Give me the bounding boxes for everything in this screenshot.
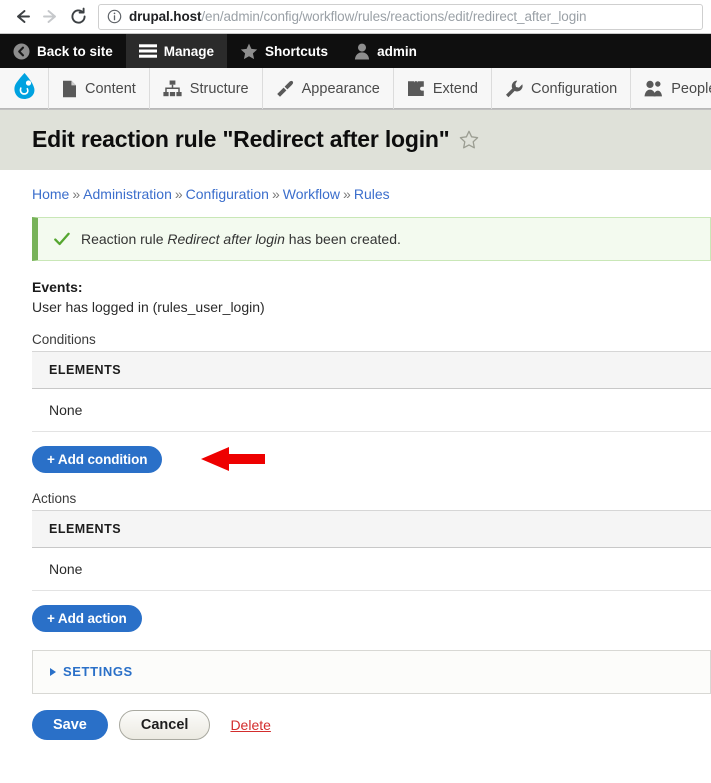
toolbar-label-back-to-site: Back to site bbox=[37, 43, 113, 59]
star-icon bbox=[240, 43, 258, 60]
actions-table: ELEMENTS None bbox=[32, 510, 711, 591]
save-button[interactable]: Save bbox=[32, 710, 108, 740]
drupal-menu-bar: Content Structure Appearance Extend Conf… bbox=[0, 68, 711, 110]
info-circle-icon[interactable] bbox=[107, 9, 122, 24]
toolbar-item-shortcuts[interactable]: Shortcuts bbox=[227, 34, 341, 68]
status-message: Reaction rule Redirect after login has b… bbox=[32, 217, 711, 261]
status-message-prefix: Reaction rule bbox=[81, 231, 164, 247]
menu-label-extend: Extend bbox=[432, 80, 478, 97]
checkmark-icon bbox=[54, 232, 70, 247]
triangle-right-icon bbox=[50, 667, 56, 676]
wrench-icon bbox=[505, 80, 523, 98]
arrow-left-annotation bbox=[197, 442, 269, 481]
breadcrumb-separator: » bbox=[174, 186, 183, 202]
toolbar-label-shortcuts: Shortcuts bbox=[265, 43, 329, 59]
arrow-left-icon bbox=[13, 7, 32, 26]
breadcrumb: Home» Administration» Configuration» Workfl… bbox=[32, 170, 711, 202]
url-path: /en/admin/config/workflow/rules/reaction… bbox=[201, 9, 587, 24]
actions-label: Actions bbox=[32, 491, 77, 506]
breadcrumb-item-configuration[interactable]: Configuration bbox=[186, 186, 269, 202]
toolbar-item-back-to-site[interactable]: Back to site bbox=[0, 34, 126, 68]
status-message-rule-name: Redirect after login bbox=[167, 231, 285, 247]
settings-summary-label: SETTINGS bbox=[63, 664, 133, 679]
toolbar-label-account: admin bbox=[377, 43, 417, 59]
page-title-band: Edit reaction rule "Redirect after login… bbox=[0, 110, 711, 170]
conditions-label: Conditions bbox=[32, 332, 96, 347]
page-title: Edit reaction rule "Redirect after login… bbox=[32, 126, 450, 152]
paintbrush-icon bbox=[276, 80, 294, 98]
drupal-drop-icon bbox=[12, 72, 37, 105]
breadcrumb-item-workflow[interactable]: Workflow bbox=[283, 186, 340, 202]
actions-row-none: None bbox=[32, 548, 711, 591]
back-circle-icon bbox=[13, 43, 30, 60]
breadcrumb-separator: » bbox=[271, 186, 280, 202]
menu-item-extend[interactable]: Extend bbox=[394, 68, 492, 109]
toolbar-label-manage: Manage bbox=[163, 43, 215, 59]
drupal-logo[interactable] bbox=[0, 68, 49, 109]
delete-link[interactable]: Delete bbox=[230, 717, 270, 733]
drupal-admin-toolbar: Back to site Manage Shortcuts admin bbox=[0, 34, 711, 68]
breadcrumb-item-rules[interactable]: Rules bbox=[354, 186, 390, 202]
add-action-button[interactable]: + Add action bbox=[32, 605, 142, 632]
reload-icon bbox=[69, 7, 88, 26]
user-icon bbox=[354, 43, 370, 60]
menu-item-appearance[interactable]: Appearance bbox=[263, 68, 394, 109]
menu-label-people: People bbox=[671, 80, 711, 97]
main-content: Home» Administration» Configuration» Workfl… bbox=[0, 170, 711, 740]
events-value: User has logged in (rules_user_login) bbox=[32, 299, 265, 315]
menu-label-appearance: Appearance bbox=[301, 80, 380, 97]
breadcrumb-item-home[interactable]: Home bbox=[32, 186, 69, 202]
form-actions: Save Cancel Delete bbox=[32, 710, 711, 740]
menu-label-structure: Structure bbox=[189, 80, 249, 97]
settings-details[interactable]: SETTINGS bbox=[32, 650, 711, 694]
menu-label-configuration: Configuration bbox=[531, 80, 618, 97]
hamburger-icon bbox=[138, 43, 157, 59]
menu-label-content: Content bbox=[85, 80, 136, 97]
menu-item-content[interactable]: Content bbox=[49, 68, 150, 109]
toolbar-item-manage[interactable]: Manage bbox=[125, 34, 228, 68]
menu-item-configuration[interactable]: Configuration bbox=[492, 68, 632, 109]
forward-button bbox=[36, 3, 64, 31]
arrow-right-icon bbox=[41, 7, 60, 26]
events-label: Events: bbox=[32, 279, 83, 295]
star-outline-icon[interactable] bbox=[459, 130, 479, 150]
breadcrumb-separator: » bbox=[72, 186, 81, 202]
breadcrumb-item-administration[interactable]: Administration bbox=[83, 186, 172, 202]
puzzle-icon bbox=[407, 80, 425, 97]
settings-summary[interactable]: SETTINGS bbox=[50, 664, 710, 679]
url-host: drupal.host bbox=[129, 9, 202, 24]
add-condition-row: + Add condition bbox=[32, 446, 711, 474]
cancel-button[interactable]: Cancel bbox=[118, 710, 211, 740]
people-icon bbox=[644, 80, 663, 97]
actions-column-header: ELEMENTS bbox=[32, 511, 711, 548]
sitemap-icon bbox=[163, 80, 182, 97]
status-message-suffix: has been created. bbox=[288, 231, 401, 247]
add-condition-button[interactable]: + Add condition bbox=[32, 446, 163, 473]
conditions-column-header: ELEMENTS bbox=[32, 352, 711, 389]
address-bar[interactable]: drupal.host/en/admin/config/workflow/rul… bbox=[98, 3, 703, 30]
add-action-row: + Add action bbox=[32, 605, 711, 633]
reload-button[interactable] bbox=[64, 3, 92, 31]
breadcrumb-separator: » bbox=[343, 186, 351, 202]
file-icon bbox=[62, 80, 77, 98]
toolbar-item-account[interactable]: admin bbox=[341, 34, 430, 68]
conditions-row-none: None bbox=[32, 389, 711, 432]
menu-item-people[interactable]: People bbox=[631, 68, 711, 109]
browser-toolbar: drupal.host/en/admin/config/workflow/rul… bbox=[0, 0, 711, 34]
conditions-table: ELEMENTS None bbox=[32, 351, 711, 432]
menu-item-structure[interactable]: Structure bbox=[150, 68, 263, 109]
back-button[interactable] bbox=[8, 3, 36, 31]
